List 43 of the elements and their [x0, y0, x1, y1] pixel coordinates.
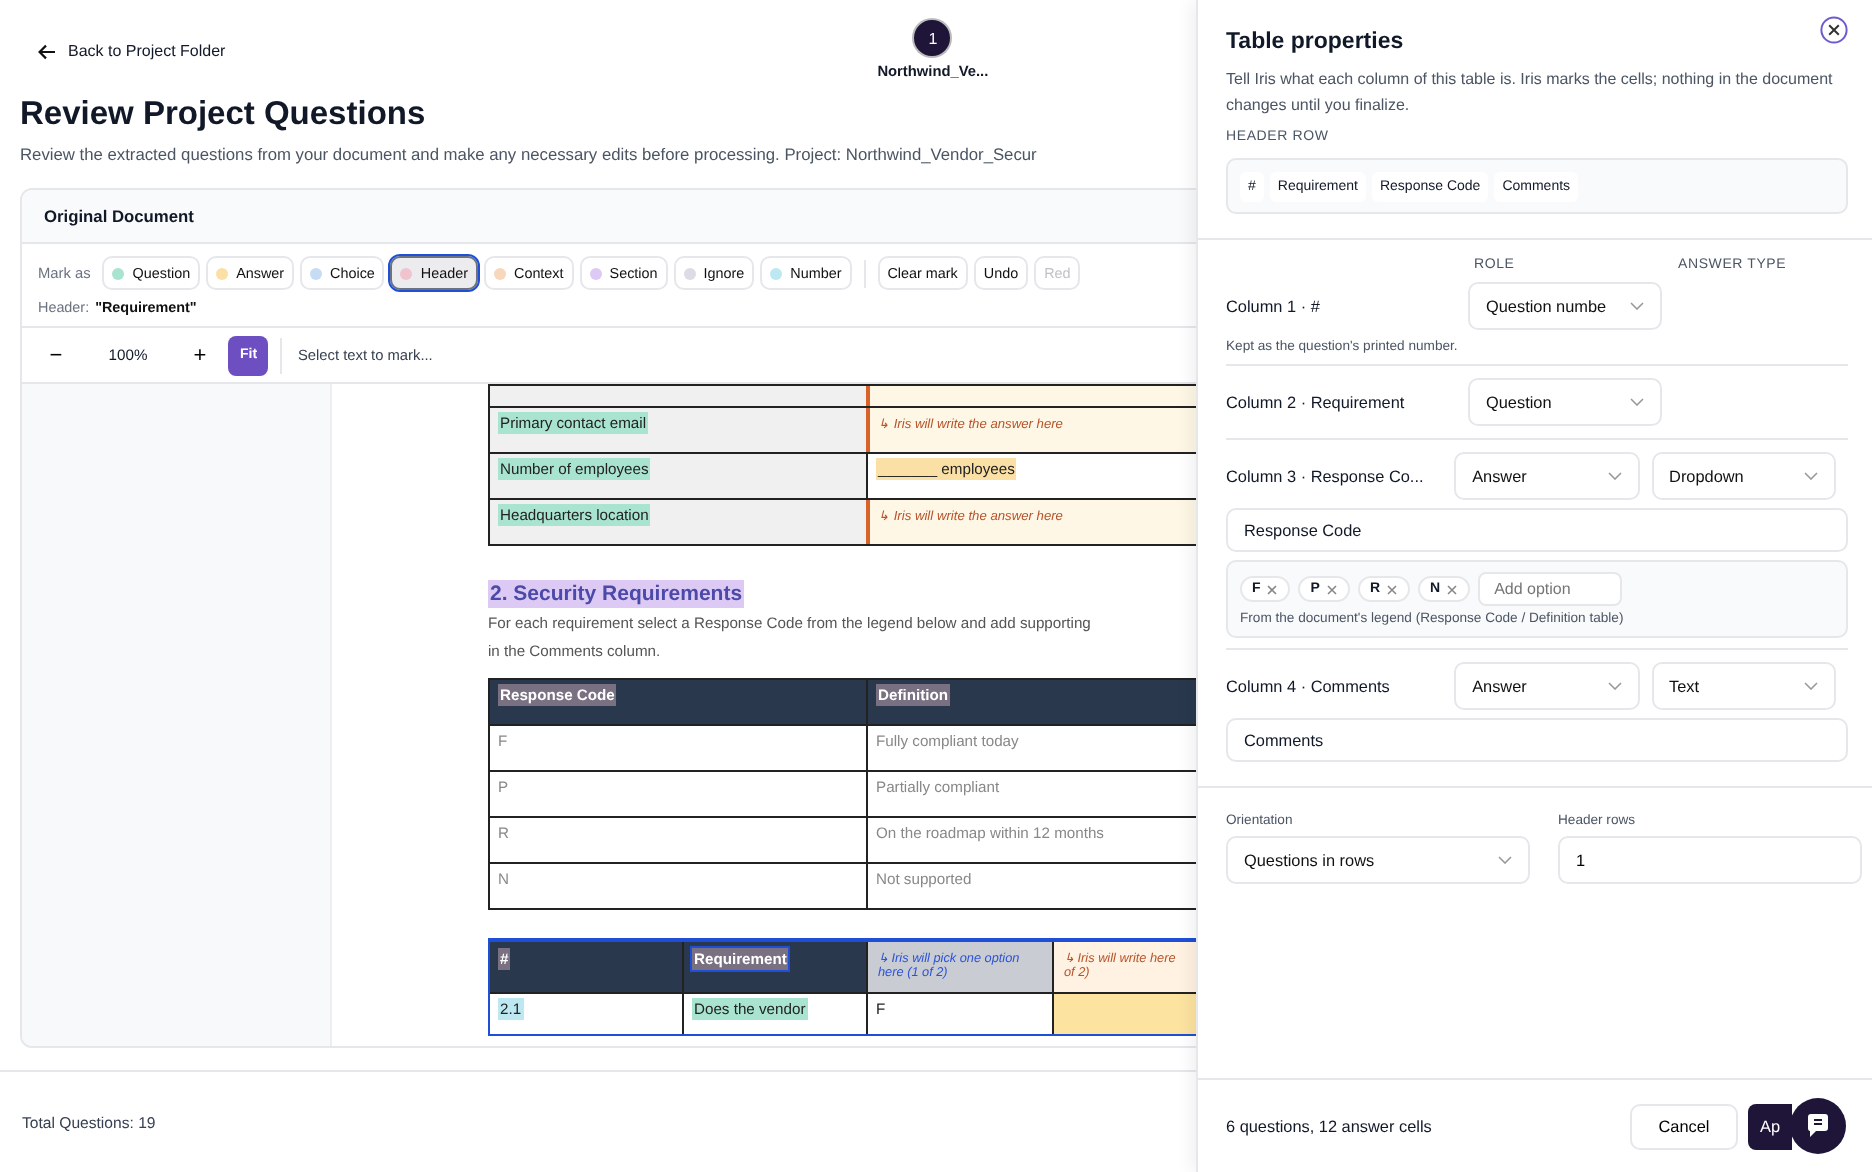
role-select[interactable]: Question — [1468, 378, 1662, 426]
cancel-button[interactable]: Cancel — [1630, 1103, 1738, 1149]
chevron-icon — [1498, 856, 1512, 864]
answer-type-select[interactable]: Dropdown — [1651, 452, 1836, 500]
step-number[interactable]: 1 — [914, 20, 951, 56]
summary-text: 6 questions, 12 answer cells — [1226, 1117, 1434, 1135]
page-title: Review Project Questions — [20, 96, 428, 134]
chevron-icon — [1630, 302, 1644, 310]
answer-type-select[interactable]: Text — [1651, 662, 1836, 710]
remove-icon[interactable] — [1446, 583, 1459, 595]
chevron-icon — [1804, 472, 1818, 480]
answer-cell[interactable] — [1052, 994, 1196, 1034]
chevron-icon — [1607, 472, 1622, 480]
zoom-out-button[interactable]: − — [40, 343, 72, 367]
arrow-left-icon — [38, 43, 56, 59]
remove-icon[interactable] — [1325, 583, 1338, 595]
column-label: Column 1 · # — [1226, 297, 1322, 315]
chevron-icon — [1607, 682, 1622, 690]
column-name-field[interactable]: Comments — [1226, 718, 1848, 762]
chat-bubble-icon[interactable] — [1790, 1098, 1846, 1154]
card-title: Original Document — [44, 206, 194, 226]
page-subtitle: Review the extracted questions from your document and make any necessary edits before processing. Project: Northwind_Vendor_Secur — [20, 144, 1039, 164]
back-link[interactable]: Back to Project Folder — [38, 42, 226, 60]
panel-title: Table properties — [1226, 30, 1404, 54]
column-name-field[interactable]: Response Code — [1226, 508, 1848, 552]
role-select[interactable]: Question numbe — [1468, 282, 1662, 330]
zoom-in-button[interactable]: + — [184, 343, 216, 367]
panel-description: Tell Iris what each column of this table is. Iris marks the cells; nothing in the document changes until you finalize. — [1226, 68, 1835, 118]
remove-icon[interactable] — [1266, 583, 1279, 595]
column-label: Column 3 · Response Co... — [1226, 467, 1426, 485]
role-select[interactable]: Answer — [1454, 452, 1640, 500]
apply-button[interactable]: Ap — [1748, 1103, 1792, 1149]
chevron-icon — [1804, 682, 1818, 690]
orientation-select[interactable]: Questions in rows — [1226, 836, 1530, 884]
section-heading[interactable]: 2. Security Requirements — [488, 580, 745, 608]
remove-icon[interactable] — [1386, 583, 1399, 595]
column-label: Column 4 · Comments — [1226, 677, 1392, 695]
header-rows-field[interactable]: 1 — [1558, 836, 1862, 884]
add-option-field[interactable]: Add option — [1478, 572, 1623, 606]
role-select[interactable]: Answer — [1454, 662, 1640, 710]
column-label: Column 2 · Requirement — [1226, 393, 1407, 411]
chevron-icon — [1630, 398, 1644, 406]
close-icon[interactable] — [1820, 16, 1848, 44]
